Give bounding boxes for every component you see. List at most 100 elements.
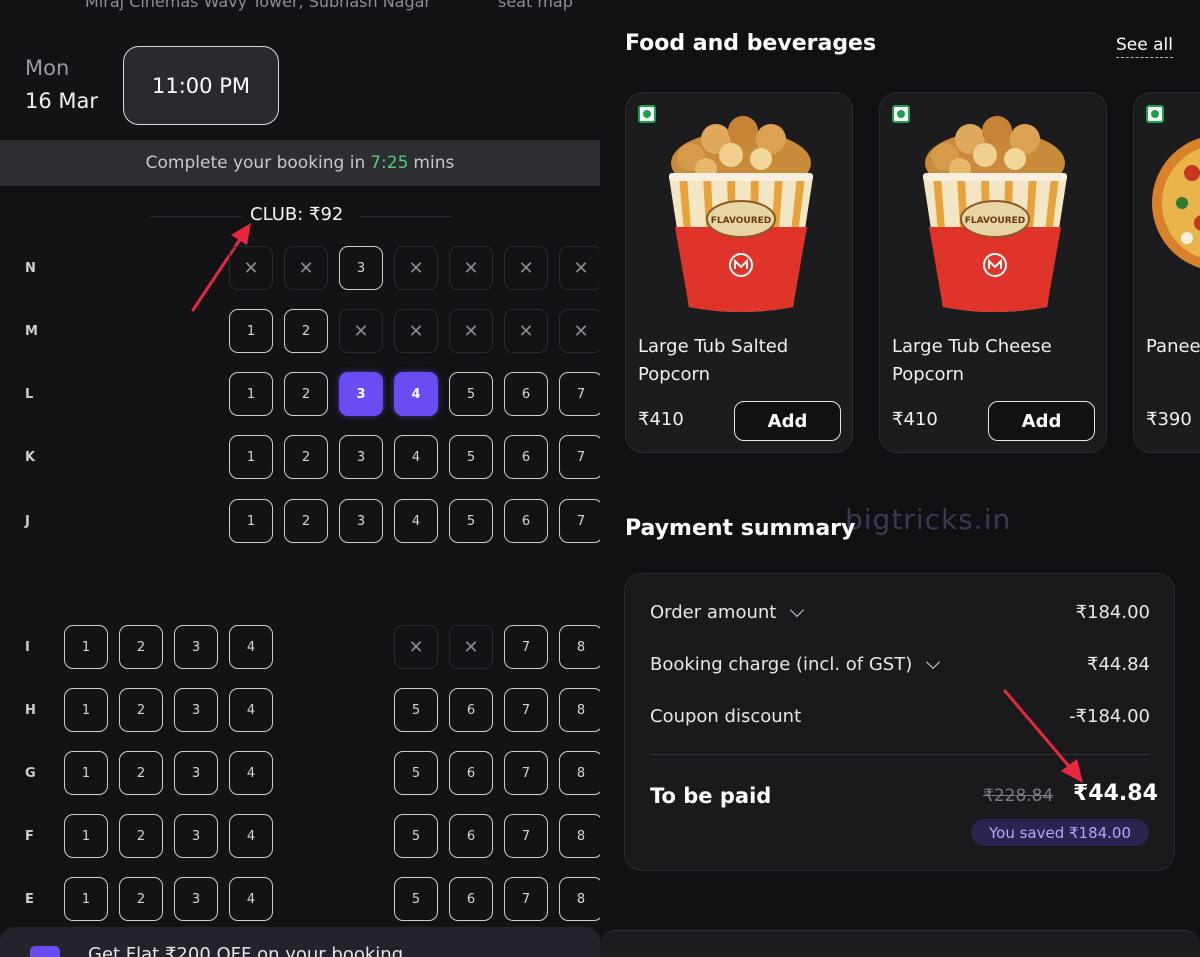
seat[interactable]: 2 (284, 435, 328, 479)
seat[interactable]: 3 (339, 499, 383, 543)
seat[interactable]: 4 (394, 499, 438, 543)
seat[interactable]: 8 (559, 814, 600, 858)
seat[interactable]: 3 (174, 877, 218, 921)
food-name: Paneer Pizza (1146, 336, 1200, 357)
seat[interactable]: 3 (174, 751, 218, 795)
popcorn-tub-icon: FLAVOURED (923, 116, 1067, 312)
tub-label: FLAVOURED (711, 216, 772, 226)
seat[interactable]: 5 (449, 372, 493, 416)
seat-unavailable: ✕ (339, 309, 383, 353)
seat[interactable]: 6 (449, 688, 493, 732)
seat[interactable]: 5 (449, 435, 493, 479)
seat[interactable]: 3 (174, 814, 218, 858)
seat-unavailable: ✕ (394, 246, 438, 290)
seat[interactable]: 8 (559, 877, 600, 921)
seat[interactable]: 6 (504, 372, 548, 416)
seat[interactable]: 2 (119, 751, 163, 795)
seat-selected[interactable]: 3 (339, 372, 383, 416)
seat[interactable]: 1 (64, 751, 108, 795)
seat[interactable]: 7 (504, 814, 548, 858)
seat[interactable]: 6 (449, 751, 493, 795)
veg-icon (892, 105, 910, 123)
see-all-link[interactable]: See all (1116, 35, 1173, 58)
coupon-discount-value: -₹184.00 (1069, 706, 1150, 727)
seat[interactable]: 1 (229, 499, 273, 543)
seat[interactable]: 4 (229, 877, 273, 921)
seat[interactable]: 3 (174, 688, 218, 732)
seat[interactable]: 2 (284, 372, 328, 416)
row-label: K (25, 450, 36, 465)
seat[interactable]: 5 (394, 688, 438, 732)
seat[interactable]: 5 (449, 499, 493, 543)
seat[interactable]: 4 (229, 814, 273, 858)
seat[interactable]: 1 (64, 688, 108, 732)
booking-charge-value: ₹44.84 (1087, 654, 1150, 675)
food-card-cheese-popcorn[interactable]: FLAVOURED Large Tub Cheese Popcorn ₹410 … (879, 92, 1107, 453)
seat[interactable]: 6 (504, 499, 548, 543)
seat[interactable]: 6 (504, 435, 548, 479)
food-card-paneer-pizza[interactable]: Paneer Pizza ₹390 (1133, 92, 1200, 453)
seat[interactable]: 6 (449, 877, 493, 921)
food-card-salted-popcorn[interactable]: FLAVOURED Large Tub Salted Popcorn ₹410 … (625, 92, 853, 453)
row-label: F (25, 829, 34, 844)
summary-divider (650, 754, 1150, 755)
seat[interactable]: 2 (284, 309, 328, 353)
seat[interactable]: 4 (229, 688, 273, 732)
food-price: ₹390 (1146, 409, 1192, 430)
bottom-sheet[interactable] (600, 930, 1200, 957)
seat[interactable]: 2 (119, 688, 163, 732)
seat[interactable]: 3 (339, 435, 383, 479)
seat[interactable]: 7 (504, 625, 548, 669)
seat[interactable]: 7 (559, 499, 600, 543)
seat[interactable]: 1 (229, 435, 273, 479)
seat[interactable]: 8 (559, 625, 600, 669)
order-amount-value: ₹184.00 (1075, 602, 1150, 623)
seat[interactable]: 3 (339, 246, 383, 290)
seat[interactable]: 1 (64, 814, 108, 858)
food-price: ₹410 (638, 409, 684, 430)
seat[interactable]: 4 (394, 435, 438, 479)
seat[interactable]: 1 (64, 877, 108, 921)
row-label: H (25, 703, 36, 718)
seat[interactable]: 7 (504, 877, 548, 921)
seat[interactable]: 3 (174, 625, 218, 669)
pizza-icon (1152, 138, 1200, 268)
seat[interactable]: 2 (119, 814, 163, 858)
row-label: J (25, 514, 30, 529)
order-amount-label: Order amount (650, 602, 777, 623)
seat[interactable]: 7 (504, 688, 548, 732)
chevron-down-icon (926, 654, 941, 669)
seat-unavailable: ✕ (559, 309, 600, 353)
seat[interactable]: 7 (559, 435, 600, 479)
popcorn-tub-icon: FLAVOURED (669, 116, 813, 312)
seat-unavailable: ✕ (504, 246, 548, 290)
seat[interactable]: 2 (119, 877, 163, 921)
row-label: E (25, 892, 34, 907)
payment-summary-title: Payment summary (625, 516, 856, 541)
seat-map-link[interactable]: seat map (498, 0, 573, 11)
add-cheese-popcorn-button[interactable]: Add (988, 401, 1095, 441)
seat-unavailable: ✕ (449, 246, 493, 290)
seat-unavailable: ✕ (394, 625, 438, 669)
seat[interactable]: 4 (229, 751, 273, 795)
food-price: ₹410 (892, 409, 938, 430)
showtime-chip[interactable]: 11:00 PM (123, 46, 279, 125)
seat[interactable]: 2 (119, 625, 163, 669)
seat[interactable]: 1 (64, 625, 108, 669)
seat[interactable]: 8 (559, 751, 600, 795)
seat[interactable]: 6 (449, 814, 493, 858)
seat[interactable]: 5 (394, 814, 438, 858)
seat[interactable]: 8 (559, 688, 600, 732)
seat[interactable]: 7 (559, 372, 600, 416)
seat[interactable]: 4 (229, 625, 273, 669)
seat[interactable]: 1 (229, 309, 273, 353)
seat[interactable]: 2 (284, 499, 328, 543)
seat-selected[interactable]: 4 (394, 372, 438, 416)
seat[interactable]: 1 (229, 372, 273, 416)
seat[interactable]: 7 (504, 751, 548, 795)
original-total: ₹228.84 (983, 786, 1054, 806)
section-price-label: CLUB: ₹92 (250, 204, 344, 225)
add-salted-popcorn-button[interactable]: Add (734, 401, 841, 441)
seat[interactable]: 5 (394, 877, 438, 921)
seat[interactable]: 5 (394, 751, 438, 795)
